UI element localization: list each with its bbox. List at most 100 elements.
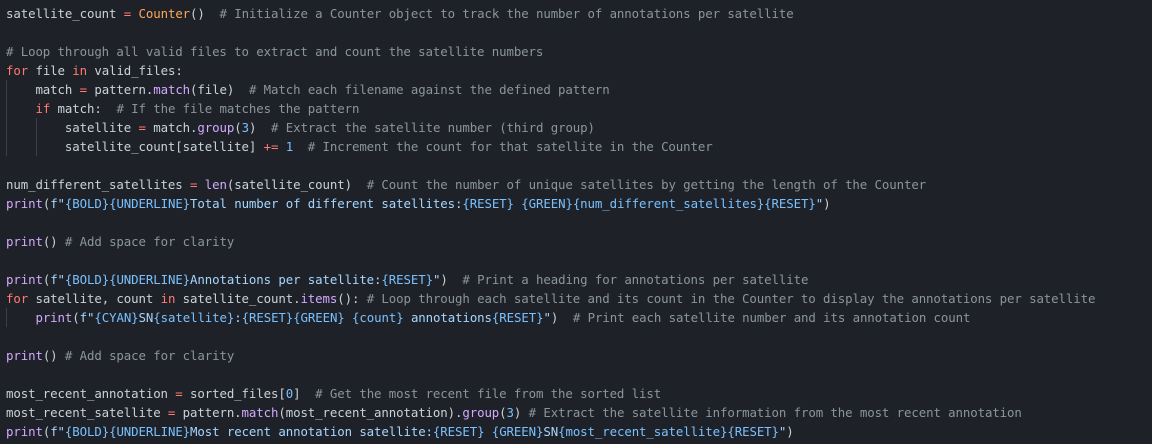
code-line[interactable]: for file in valid_files: xyxy=(0,61,1152,80)
code-token-var: (file) xyxy=(190,82,235,97)
code-token-func: match xyxy=(153,82,191,97)
code-token-keyword: for xyxy=(6,63,29,78)
code-token-default xyxy=(197,177,204,192)
code-token-interp: {BOLD}{UNDERLINE} xyxy=(64,196,191,211)
code-token-func: print xyxy=(6,234,43,249)
code-token-default xyxy=(131,6,138,21)
code-token-default xyxy=(6,101,35,116)
code-token-op: = xyxy=(175,386,183,401)
code-line[interactable]: satellite_count = Counter() # Initialize… xyxy=(0,4,1152,23)
code-editor[interactable]: satellite_count = Counter() # Initialize… xyxy=(0,0,1152,444)
code-token-keyword: in xyxy=(72,63,87,78)
code-line[interactable] xyxy=(0,365,1152,384)
code-token-var: () xyxy=(42,348,58,363)
code-token-var: ( xyxy=(72,310,80,325)
code-token-var: file xyxy=(28,63,73,78)
code-token-interp: {RESET} xyxy=(462,196,514,211)
code-line[interactable] xyxy=(0,327,1152,346)
code-token-interp: {RESET} xyxy=(727,424,779,439)
code-token-string: f" xyxy=(50,424,65,439)
code-token-comment: # Loop through all valid files to extrac… xyxy=(6,44,544,59)
code-line[interactable] xyxy=(0,251,1152,270)
code-line[interactable]: num_different_satellites = len(satellite… xyxy=(0,175,1152,194)
code-token-string xyxy=(484,424,491,439)
code-token-interp: {RESET} xyxy=(381,272,433,287)
code-token-var: (most_recent_annotation). xyxy=(278,405,463,420)
code-token-comment: # Get the most recent file from the sort… xyxy=(300,386,662,401)
code-token-comment: # Add space for clarity xyxy=(57,348,235,363)
code-token-default xyxy=(6,310,35,325)
code-token-var: (): xyxy=(337,291,360,306)
code-token-var: num_different_satellites xyxy=(6,177,190,192)
code-token-string: " xyxy=(543,310,551,325)
code-token-var: match xyxy=(6,82,80,97)
code-token-interp: {satellite} xyxy=(153,310,235,325)
code-token-func: group xyxy=(197,120,235,135)
indent-guide xyxy=(6,118,7,137)
code-token-var: ( xyxy=(499,405,507,420)
code-token-var: satellite_count[satellite] xyxy=(6,139,264,154)
code-token-func: match xyxy=(241,405,279,420)
code-token-comment: # Initialize a Counter object to track t… xyxy=(204,6,794,21)
code-line[interactable]: most_recent_satellite = pattern.match(mo… xyxy=(0,403,1152,422)
code-token-var: ) xyxy=(786,424,794,439)
indent-guide xyxy=(6,80,7,99)
code-token-string: f" xyxy=(50,272,65,287)
code-line[interactable]: print(f"{CYAN}SN{satellite}:{RESET}{GREE… xyxy=(0,308,1152,327)
code-token-interp: {RESET} xyxy=(491,310,544,325)
code-token-number: 3 xyxy=(241,120,249,135)
code-line[interactable]: # Loop through all valid files to extrac… xyxy=(0,42,1152,61)
code-token-interp: {GREEN} xyxy=(491,424,544,439)
code-token-interp: {count} xyxy=(352,310,404,325)
code-token-number: 0 xyxy=(285,386,294,401)
code-line[interactable]: most_recent_annotation = sorted_files[0]… xyxy=(0,384,1152,403)
code-token-string: " xyxy=(815,196,824,211)
code-token-comment: # Increment the count for that satellite… xyxy=(293,139,713,154)
code-line[interactable] xyxy=(0,156,1152,175)
code-token-string: Total number of different satellites: xyxy=(190,196,463,211)
code-token-string xyxy=(345,310,352,325)
code-token-var: pattern. xyxy=(175,405,242,420)
code-token-string: SN xyxy=(543,424,559,439)
code-token-var: satellite, count xyxy=(28,291,161,306)
code-token-comment: # Print a heading for annotations per sa… xyxy=(447,272,809,287)
indent-guide xyxy=(6,99,7,118)
indent-guide xyxy=(6,137,7,156)
code-line[interactable]: print() # Add space for clarity xyxy=(0,232,1152,251)
indent-guide xyxy=(6,308,7,327)
code-line[interactable]: match = pattern.match(file) # Match each… xyxy=(0,80,1152,99)
code-line[interactable]: print(f"{BOLD}{UNDERLINE}Annotations per… xyxy=(0,270,1152,289)
code-token-interp: {RESET} xyxy=(764,196,816,211)
code-line[interactable]: for satellite, count in satellite_count.… xyxy=(0,289,1152,308)
code-token-keyword: in xyxy=(160,291,176,306)
code-line[interactable]: satellite_count[satellite] += 1 # Increm… xyxy=(0,137,1152,156)
code-line[interactable]: if match: # If the file matches the patt… xyxy=(0,99,1152,118)
code-token-comment: # If the file matches the pattern xyxy=(101,101,360,116)
code-token-string: Annotations per satellite: xyxy=(190,272,382,287)
code-line[interactable]: satellite = match.group(3) # Extract the… xyxy=(0,118,1152,137)
code-token-string: : xyxy=(234,310,242,325)
code-token-var: (satellite_count) xyxy=(226,177,352,192)
code-line[interactable]: print(f"{BOLD}{UNDERLINE}Most recent ann… xyxy=(0,422,1152,441)
code-line[interactable] xyxy=(0,23,1152,42)
code-token-var: match. xyxy=(145,120,198,135)
code-token-string: f" xyxy=(50,196,65,211)
code-token-var: satellite xyxy=(6,120,139,135)
code-token-op: = xyxy=(138,120,146,135)
code-line[interactable]: print() # Add space for clarity xyxy=(0,346,1152,365)
code-token-interp: {RESET}{GREEN} xyxy=(241,310,345,325)
code-token-func: print xyxy=(35,310,73,325)
code-token-interp: {BOLD}{UNDERLINE} xyxy=(64,424,191,439)
code-token-comment: # Extract the satellite information from… xyxy=(521,405,1022,420)
code-token-interp: {most_recent_satellite} xyxy=(558,424,728,439)
code-token-var: most_recent_annotation xyxy=(6,386,176,401)
code-line[interactable] xyxy=(0,213,1152,232)
code-token-func: len xyxy=(204,177,227,192)
code-token-number: 3 xyxy=(506,405,514,420)
code-token-var: ( xyxy=(234,120,242,135)
code-token-var: satellite_count xyxy=(6,6,124,21)
code-token-var: sorted_files[ xyxy=(182,386,286,401)
code-token-func: group xyxy=(462,405,500,420)
code-token-func: print xyxy=(6,196,43,211)
code-line[interactable]: print(f"{BOLD}{UNDERLINE}Total number of… xyxy=(0,194,1152,213)
